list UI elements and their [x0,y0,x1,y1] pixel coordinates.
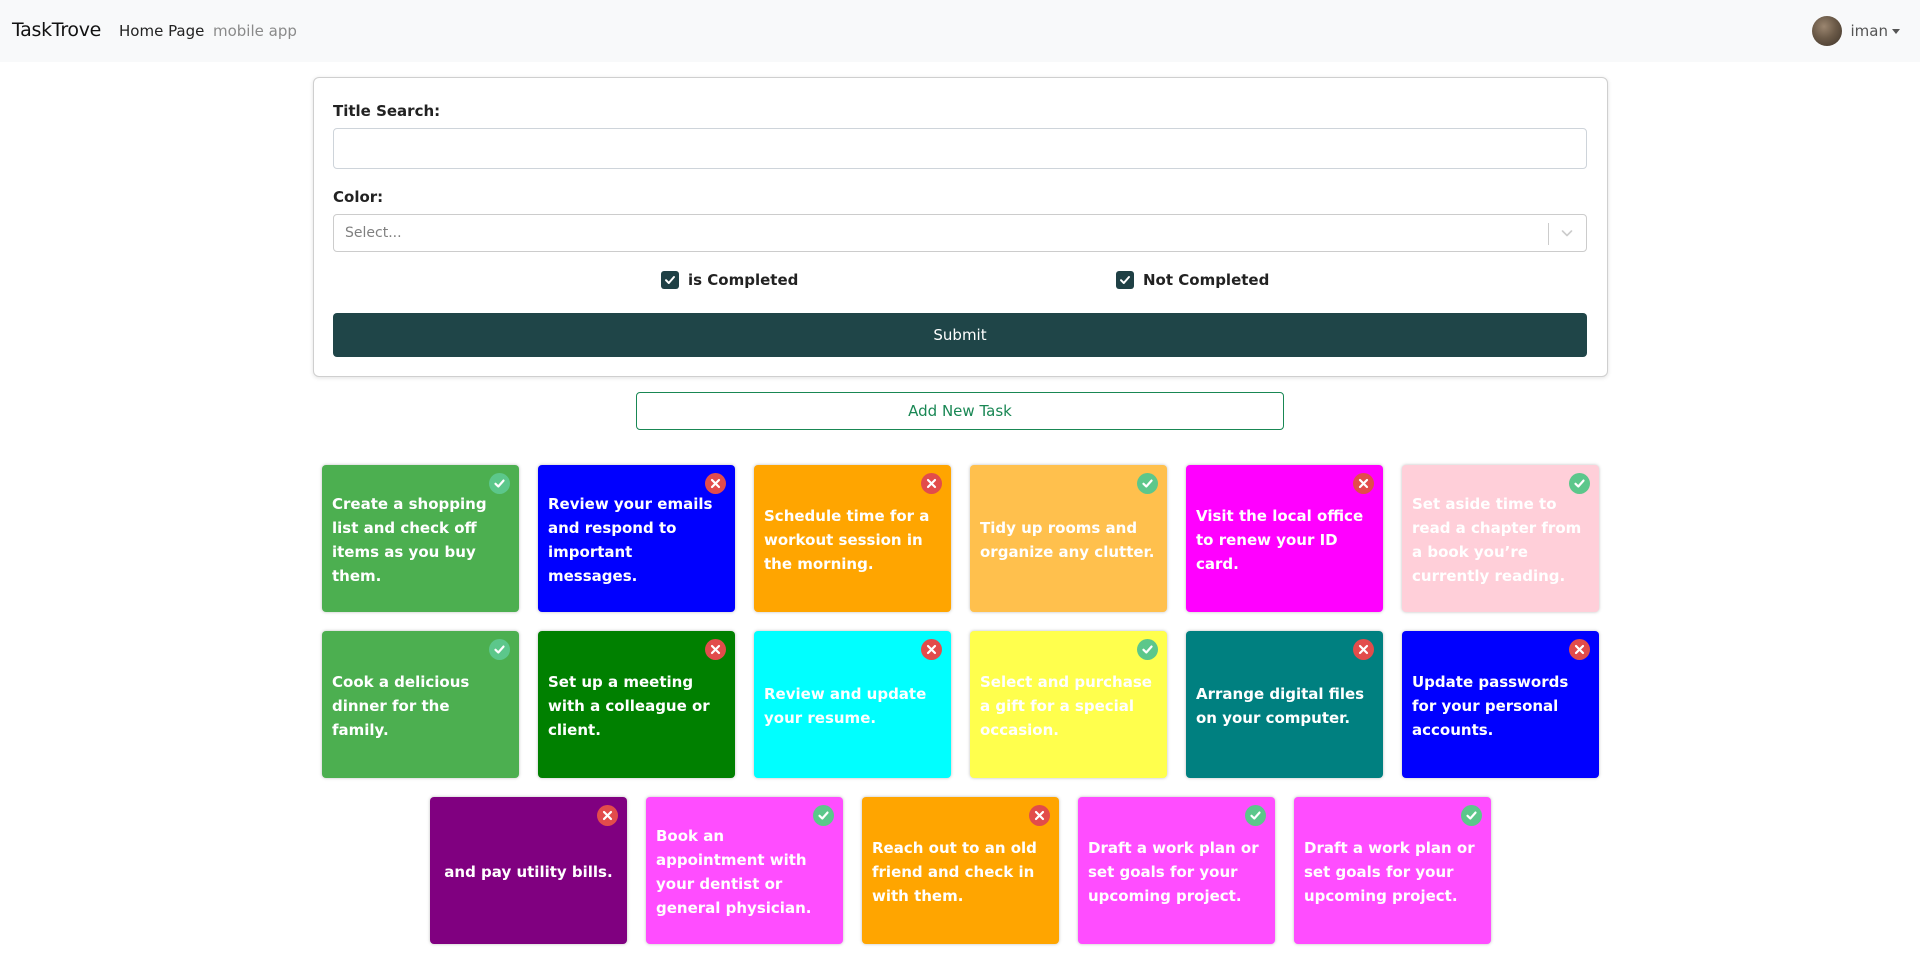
task-title: Set aside time to read a chapter from a … [1412,494,1582,585]
not-completed-x-icon[interactable] [921,473,942,494]
completed-check-icon[interactable] [1461,805,1482,826]
avatar [1811,16,1842,46]
user-name: iman [1850,22,1888,40]
task-card[interactable]: Update passwords for your personal accou… [1402,631,1599,778]
check-icon [1120,276,1130,284]
task-title: Schedule time for a workout session in t… [764,506,930,573]
task-title: and pay utility bills. [444,862,613,881]
task-card[interactable]: Set aside time to read a chapter from a … [1402,465,1599,612]
task-title: Draft a work plan or set goals for your … [1088,838,1259,905]
task-title: Update passwords for your personal accou… [1412,672,1569,739]
task-card[interactable]: Review and update your resume. [754,631,951,778]
task-card[interactable]: Cook a delicious dinner for the family. [322,631,519,778]
completed-check-icon[interactable] [1245,805,1266,826]
task-card[interactable]: Reach out to an old friend and check in … [862,797,1059,944]
task-card[interactable]: Review your emails and respond to import… [538,465,735,612]
task-card[interactable]: Draft a work plan or set goals for your … [1294,797,1491,944]
completed-check-icon[interactable] [1137,473,1158,494]
check-icon [665,276,675,284]
filter-card: Title Search: Color: Select... is Comple… [313,77,1608,377]
not-completed-x-icon[interactable] [1569,639,1590,660]
completed-check-icon[interactable] [813,805,834,826]
caret-down-icon [1892,28,1900,34]
navbar: TaskTrove Home Page mobile app iman [0,0,1920,62]
title-search-input[interactable] [333,128,1587,169]
is-completed-checkbox[interactable] [661,271,679,289]
not-completed-x-icon[interactable] [1353,473,1374,494]
task-card[interactable]: Tidy up rooms and organize any clutter. [970,465,1167,612]
task-title: Set up a meeting with a colleague or cli… [548,672,710,739]
is-completed-checkbox-group[interactable]: is Completed [661,270,798,290]
color-select-placeholder: Select... [345,225,402,241]
task-title: Tidy up rooms and organize any clutter. [980,518,1155,561]
task-card[interactable]: Set up a meeting with a colleague or cli… [538,631,735,778]
not-completed-checkbox[interactable] [1116,271,1134,289]
task-title: Review your emails and respond to import… [548,494,713,585]
task-card[interactable]: Arrange digital files on your computer. [1186,631,1383,778]
nav-home-link[interactable]: Home Page [119,22,204,40]
task-title: Reach out to an old friend and check in … [872,838,1037,905]
task-card[interactable]: Create a shopping list and check off ite… [322,465,519,612]
task-title: Review and update your resume. [764,684,927,727]
not-completed-label: Not Completed [1143,271,1270,289]
title-search-label: Title Search: [333,102,441,120]
task-title: Book an appointment with your dentist or… [656,826,812,917]
not-completed-x-icon[interactable] [705,473,726,494]
task-title: Create a shopping list and check off ite… [332,494,487,585]
not-completed-x-icon[interactable] [921,639,942,660]
task-title: Arrange digital files on your computer. [1196,684,1365,727]
task-card[interactable]: and pay utility bills. [430,797,627,944]
completed-check-icon[interactable] [489,473,510,494]
not-completed-x-icon[interactable] [1029,805,1050,826]
not-completed-x-icon[interactable] [1353,639,1374,660]
completed-check-icon[interactable] [1569,473,1590,494]
not-completed-x-icon[interactable] [597,805,618,826]
task-title: Select and purchase a gift for a special… [980,672,1152,739]
completed-check-icon[interactable] [489,639,510,660]
add-new-task-button[interactable]: Add New Task [636,392,1284,430]
task-title: Draft a work plan or set goals for your … [1304,838,1475,905]
select-separator [1548,223,1549,245]
user-menu[interactable]: iman [1811,16,1900,46]
brand-logo[interactable]: TaskTrove [12,19,101,41]
task-card[interactable]: Select and purchase a gift for a special… [970,631,1167,778]
task-card[interactable]: Visit the local office to renew your ID … [1186,465,1383,612]
color-label: Color: [333,188,384,206]
task-title: Cook a delicious dinner for the family. [332,672,470,739]
completed-check-icon[interactable] [1137,639,1158,660]
task-title: Visit the local office to renew your ID … [1196,506,1364,573]
color-select[interactable]: Select... [333,214,1587,252]
task-card[interactable]: Draft a work plan or set goals for your … [1078,797,1275,944]
not-completed-checkbox-group[interactable]: Not Completed [1116,270,1269,290]
nav-mobile-app-link[interactable]: mobile app [213,22,297,40]
chevron-down-icon[interactable] [1559,225,1575,241]
task-card[interactable]: Schedule time for a workout session in t… [754,465,951,612]
submit-button[interactable]: Submit [333,313,1587,357]
not-completed-x-icon[interactable] [705,639,726,660]
task-card[interactable]: Book an appointment with your dentist or… [646,797,843,944]
is-completed-label: is Completed [688,271,799,289]
